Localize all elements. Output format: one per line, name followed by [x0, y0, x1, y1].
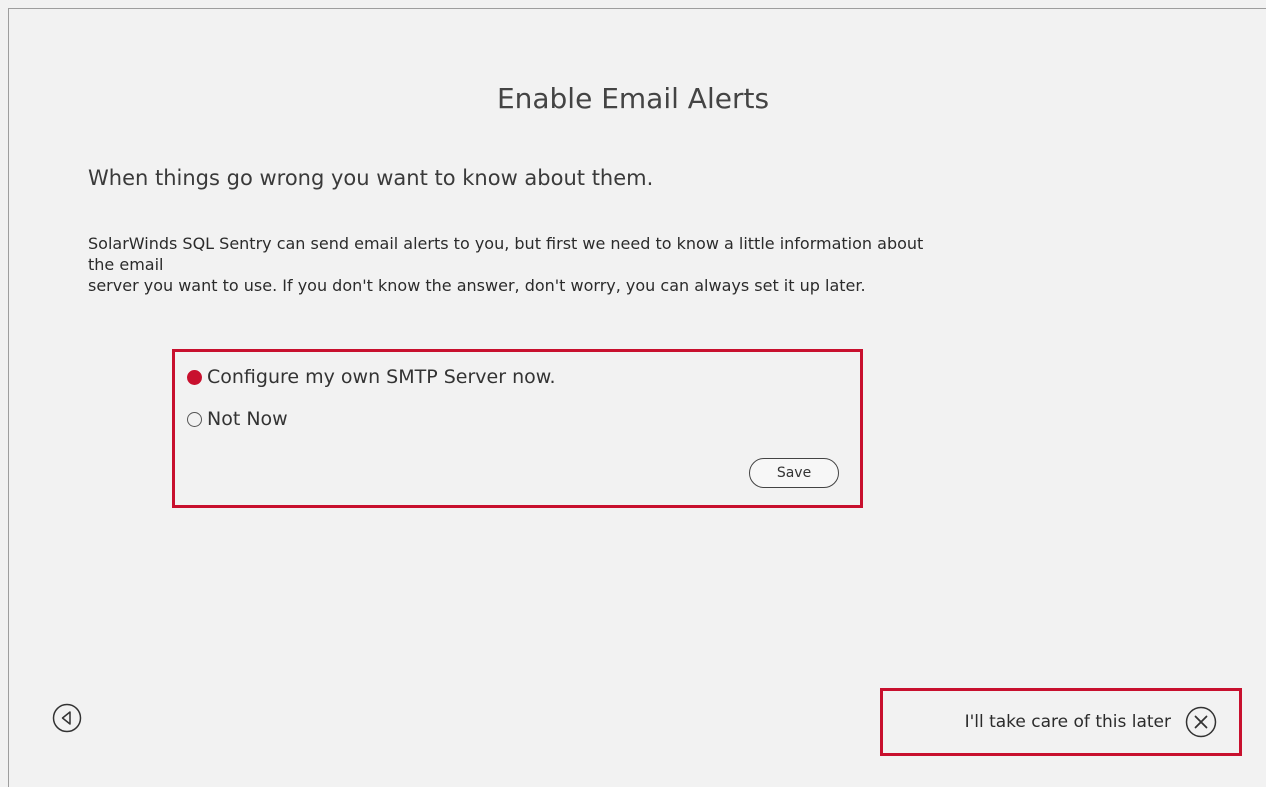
- close-circle-icon[interactable]: [1185, 706, 1217, 738]
- option-configure-smtp[interactable]: Configure my own SMTP Server now.: [187, 366, 556, 388]
- page-title: Enable Email Alerts: [496, 82, 770, 115]
- headline: When things go wrong you want to know ab…: [88, 166, 654, 190]
- description-line-2: the email: [88, 255, 164, 274]
- description: SolarWinds SQL Sentry can send email ale…: [88, 233, 1188, 296]
- radio-selected-icon[interactable]: [187, 369, 202, 385]
- save-button[interactable]: Save: [749, 458, 839, 488]
- description-line-3: server you want to use. If you don't kno…: [88, 276, 866, 295]
- radio-unselected-icon[interactable]: [187, 411, 202, 427]
- skip-later-label: I'll take care of this later: [964, 712, 1171, 732]
- description-line-1: SolarWinds SQL Sentry can send email ale…: [88, 234, 924, 253]
- skip-later-button[interactable]: I'll take care of this later: [880, 688, 1242, 756]
- smtp-options-panel: Configure my own SMTP Server now. Not No…: [172, 349, 863, 508]
- option-label: Not Now: [207, 408, 288, 430]
- back-button[interactable]: [52, 703, 82, 733]
- option-label: Configure my own SMTP Server now.: [207, 366, 556, 388]
- option-not-now[interactable]: Not Now: [187, 408, 288, 430]
- chevron-left-circle-icon: [52, 703, 82, 733]
